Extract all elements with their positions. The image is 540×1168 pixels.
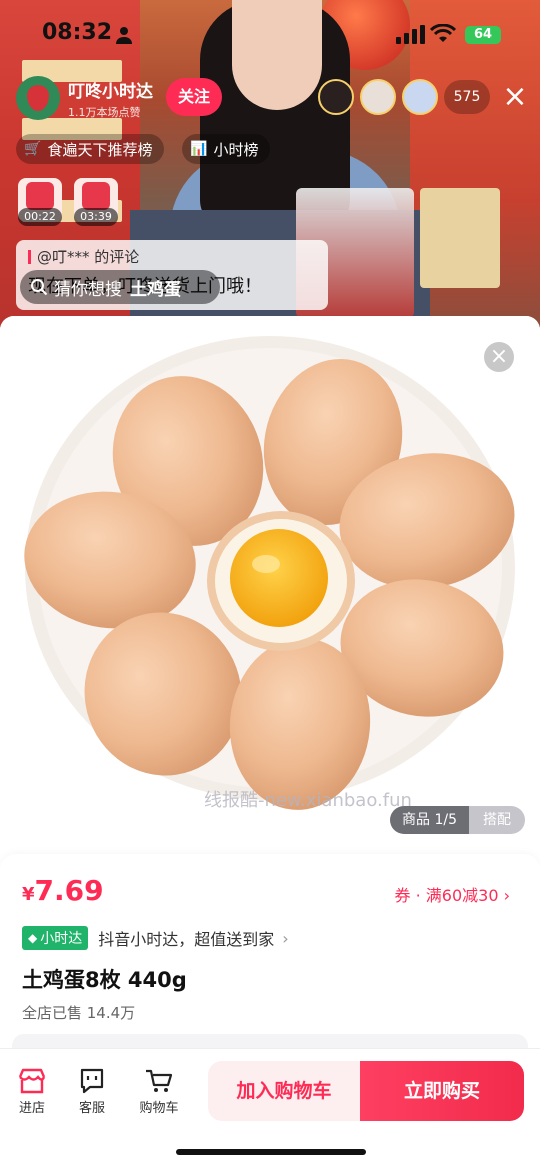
tab-product-images[interactable]: 商品 1/5 (390, 806, 469, 834)
streamer-likes: 1.1万本场点赞 (68, 105, 141, 119)
close-icon[interactable]: × (484, 342, 514, 372)
close-icon[interactable]: × (502, 82, 528, 112)
store-icon (18, 1068, 46, 1094)
battery-level: 64 (473, 27, 493, 42)
rank-pill-label: 小时榜 (213, 140, 259, 159)
status-time: 08:32 (42, 20, 113, 45)
viewer-avatar[interactable] (360, 79, 396, 115)
tag-icon: ◆ (28, 931, 38, 945)
product-box (420, 188, 500, 288)
product-title: 土鸡蛋8枚 440g (22, 968, 187, 992)
delivery-description: 抖音小时达，超值送到家 (98, 930, 275, 949)
follow-button[interactable]: 关注 (166, 78, 222, 116)
viewer-avatar[interactable] (318, 79, 354, 115)
viewer-avatar[interactable] (402, 79, 438, 115)
customer-service-button[interactable]: 客服 (66, 1067, 118, 1116)
search-suggestion[interactable]: 猜你想搜 土鸡蛋 (20, 270, 220, 304)
bar-chart-icon: 📊 (190, 141, 208, 157)
home-indicator (176, 1149, 366, 1155)
viewer-count[interactable]: 575 (444, 80, 490, 114)
price: ¥7.69 (22, 874, 104, 907)
image-tabs[interactable]: 商品 1/5 搭配 (390, 806, 525, 834)
cart-icon: 🛒 (24, 141, 42, 157)
customer-service-label: 客服 (78, 1101, 105, 1116)
rank-pill-label: 食遍天下推荐榜 (47, 140, 153, 159)
red-packet[interactable]: 00:22 (18, 178, 62, 226)
chat-icon (80, 1068, 104, 1094)
battery-indicator: 64 (465, 26, 501, 44)
product-sheet: × 线报酷-new.xianbao.fun 商品 1/5 搭配 ¥7.69 券 … (0, 316, 540, 1168)
streamer-header[interactable]: 叮咚小时达 1.1万本场点赞 (16, 76, 153, 120)
sold-count: 全店已售 14.4万 (22, 1004, 136, 1022)
comment-header: @叮*** 的评论 (28, 246, 139, 267)
buy-now-button[interactable]: 立即购买 (360, 1061, 524, 1121)
price-value: 7.69 (34, 874, 104, 907)
store-label: 进店 (18, 1101, 45, 1116)
strawberry-icon (27, 85, 49, 111)
delivery-badge-label: 小时达 (40, 931, 83, 947)
coupon-link[interactable]: 券 · 满60减30 › (395, 882, 510, 906)
bottom-action-bar: 进店 客服 购物车 加入购物车 立即购买 (0, 1048, 540, 1168)
red-envelope-icon (82, 182, 110, 210)
comment-author: @叮*** 的评论 (37, 248, 140, 266)
cart-label: 购物车 (139, 1101, 179, 1116)
streamer-avatar[interactable] (16, 76, 60, 120)
red-packet-timer: 00:22 (18, 208, 62, 226)
delivery-tag-row[interactable]: ◆ 小时达 抖音小时达，超值送到家 › (22, 926, 289, 950)
streamer-name: 叮咚小时达 (68, 81, 153, 102)
cart-button[interactable]: 购物车 (133, 1067, 185, 1116)
watermark-text: 线报酷-new.xianbao.fun (204, 790, 412, 811)
add-to-cart-button[interactable]: 加入购物车 (208, 1061, 360, 1121)
delivery-badge: ◆ 小时达 (22, 926, 89, 950)
rank-pill-food[interactable]: 🛒 食遍天下推荐榜 (16, 134, 165, 164)
status-bar: 08:32 64 (0, 0, 540, 70)
search-icon (31, 279, 48, 296)
product-image[interactable] (0, 316, 540, 846)
coupon-text: 券 · 满60减30 (394, 886, 499, 905)
wifi-icon (430, 24, 456, 42)
search-keyword: 土鸡蛋 (130, 279, 181, 300)
search-prefix: 猜你想搜 (54, 279, 122, 300)
store-button[interactable]: 进店 (6, 1067, 58, 1116)
chevron-right-icon: › (282, 928, 289, 948)
red-packet-timer: 03:39 (74, 208, 118, 226)
comment-accent-bar (28, 249, 31, 264)
person-icon (116, 27, 132, 44)
cart-icon (146, 1069, 173, 1092)
rank-pill-hourly[interactable]: 📊 小时榜 (182, 134, 271, 164)
red-packet[interactable]: 03:39 (74, 178, 118, 226)
tab-match[interactable]: 搭配 (468, 806, 525, 834)
red-envelope-icon (26, 182, 54, 210)
chevron-right-icon: › (503, 886, 510, 905)
signal-icon (396, 25, 425, 44)
price-currency: ¥ (22, 884, 35, 905)
